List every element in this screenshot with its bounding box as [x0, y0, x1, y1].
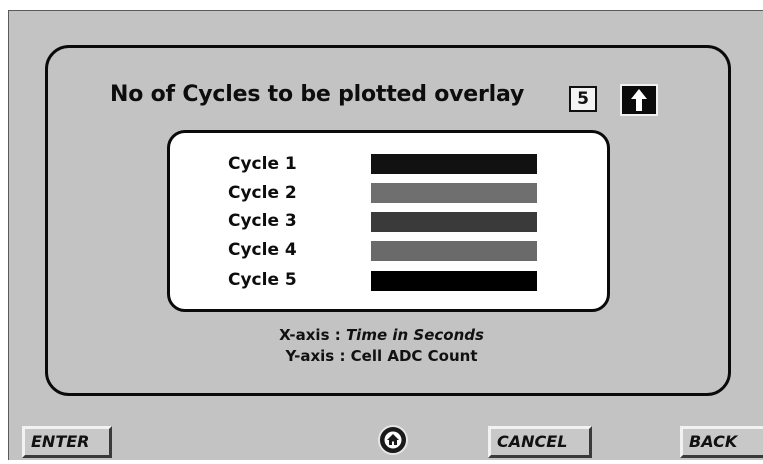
arrow-up-icon	[631, 89, 647, 111]
enter-button[interactable]: ENTER	[22, 426, 112, 458]
page-title: No of Cycles to be plotted overlay	[110, 82, 525, 107]
x-axis-prefix: X-axis :	[279, 326, 346, 344]
cycle-count-field[interactable]: 5	[569, 86, 597, 112]
increment-button[interactable]	[620, 84, 658, 116]
cancel-button[interactable]: CANCEL	[488, 426, 592, 458]
legend-label-cycle-2: Cycle 2	[228, 183, 297, 203]
home-icon	[384, 431, 402, 449]
legend-swatch-cycle-5	[371, 271, 537, 291]
legend-swatch-cycle-1	[371, 154, 537, 174]
bottom-strip	[0, 460, 763, 464]
legend-swatch-cycle-2	[371, 183, 537, 203]
legend-label-cycle-1: Cycle 1	[228, 154, 297, 174]
legend-label-cycle-5: Cycle 5	[228, 270, 297, 290]
legend-swatch-cycle-4	[371, 241, 537, 261]
legend-swatch-cycle-3	[371, 212, 537, 232]
back-button[interactable]: BACK	[680, 426, 763, 458]
y-axis-caption: Y-axis : Cell ADC Count	[285, 347, 478, 365]
home-button[interactable]	[378, 425, 408, 455]
x-axis-text: Time in Seconds	[345, 326, 484, 344]
x-axis-caption: X-axis : Time in Seconds	[0, 326, 763, 344]
legend-label-cycle-3: Cycle 3	[228, 211, 297, 231]
legend-label-cycle-4: Cycle 4	[228, 240, 297, 260]
